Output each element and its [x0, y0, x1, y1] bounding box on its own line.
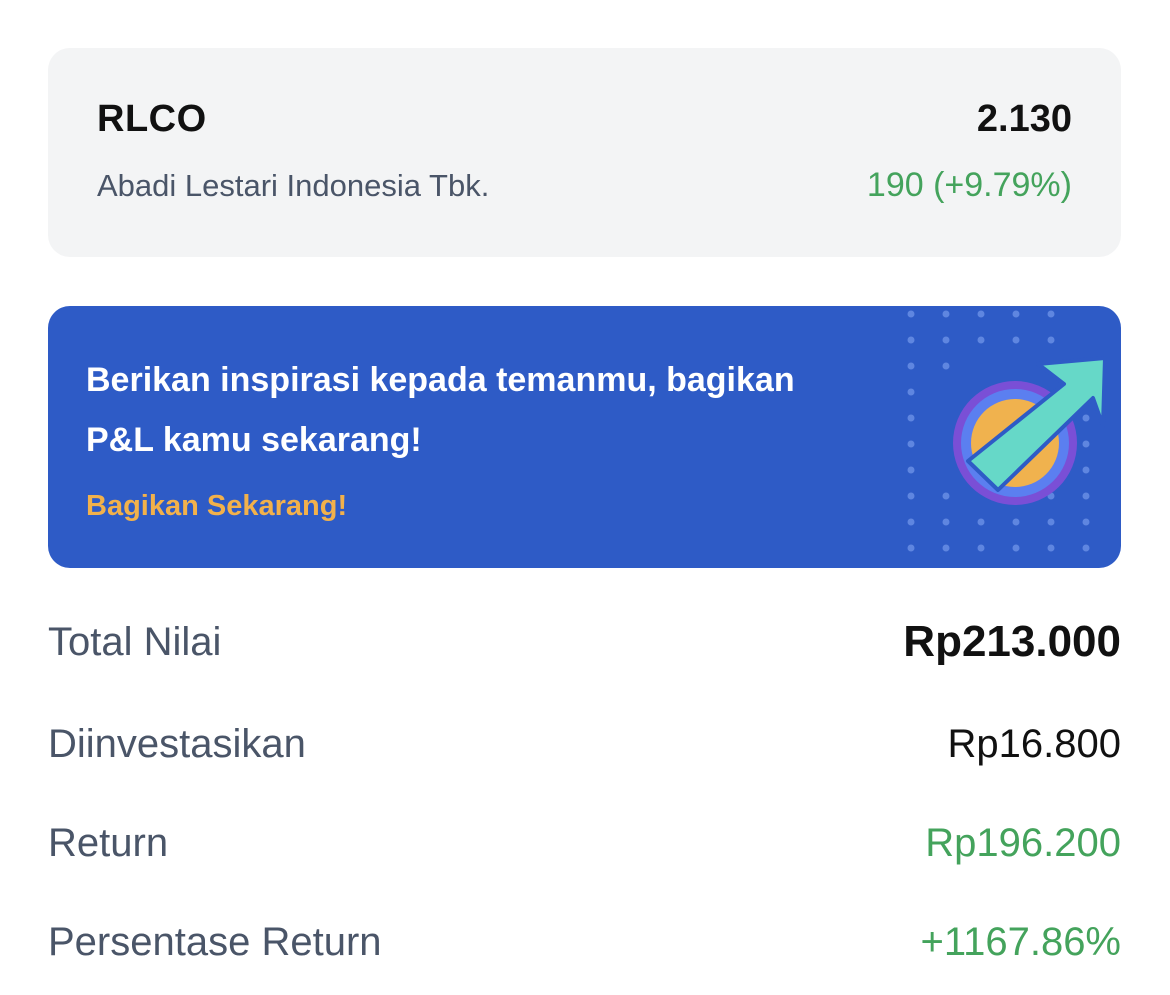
total-value-row: Total Nilai Rp213.000: [48, 617, 1121, 680]
invested-row: Diinvestasikan Rp16.800: [48, 722, 1121, 782]
price-change: 190 (+9.79%): [866, 166, 1072, 204]
stock-price: 2.130: [976, 98, 1072, 140]
company-name: Abadi Lestari Indonesia Tbk.: [97, 168, 490, 203]
return-percentage-row: Persentase Return +1167.86%: [48, 920, 1121, 980]
total-value-amount: Rp213.000: [903, 617, 1121, 666]
invested-label: Diinvestasikan: [48, 722, 306, 766]
return-percentage-label: Persentase Return: [48, 920, 382, 964]
return-row: Return Rp196.200: [48, 821, 1121, 881]
invested-amount: Rp16.800: [947, 722, 1121, 766]
return-amount: Rp196.200: [925, 821, 1121, 865]
stock-card[interactable]: RLCO Abadi Lestari Indonesia Tbk. 2.130 …: [48, 48, 1121, 257]
share-pnl-banner[interactable]: Berikan inspirasi kepada temanmu, bagika…: [48, 306, 1121, 568]
banner-message: Berikan inspirasi kepada temanmu, bagika…: [86, 361, 795, 459]
return-percentage-value: +1167.86%: [920, 920, 1121, 964]
share-now-link[interactable]: Bagikan Sekarang!: [86, 490, 347, 523]
stock-ticker: RLCO: [97, 98, 207, 140]
growth-arrow-icon: [907, 310, 1107, 552]
total-value-label: Total Nilai: [48, 620, 222, 664]
return-label: Return: [48, 821, 169, 865]
